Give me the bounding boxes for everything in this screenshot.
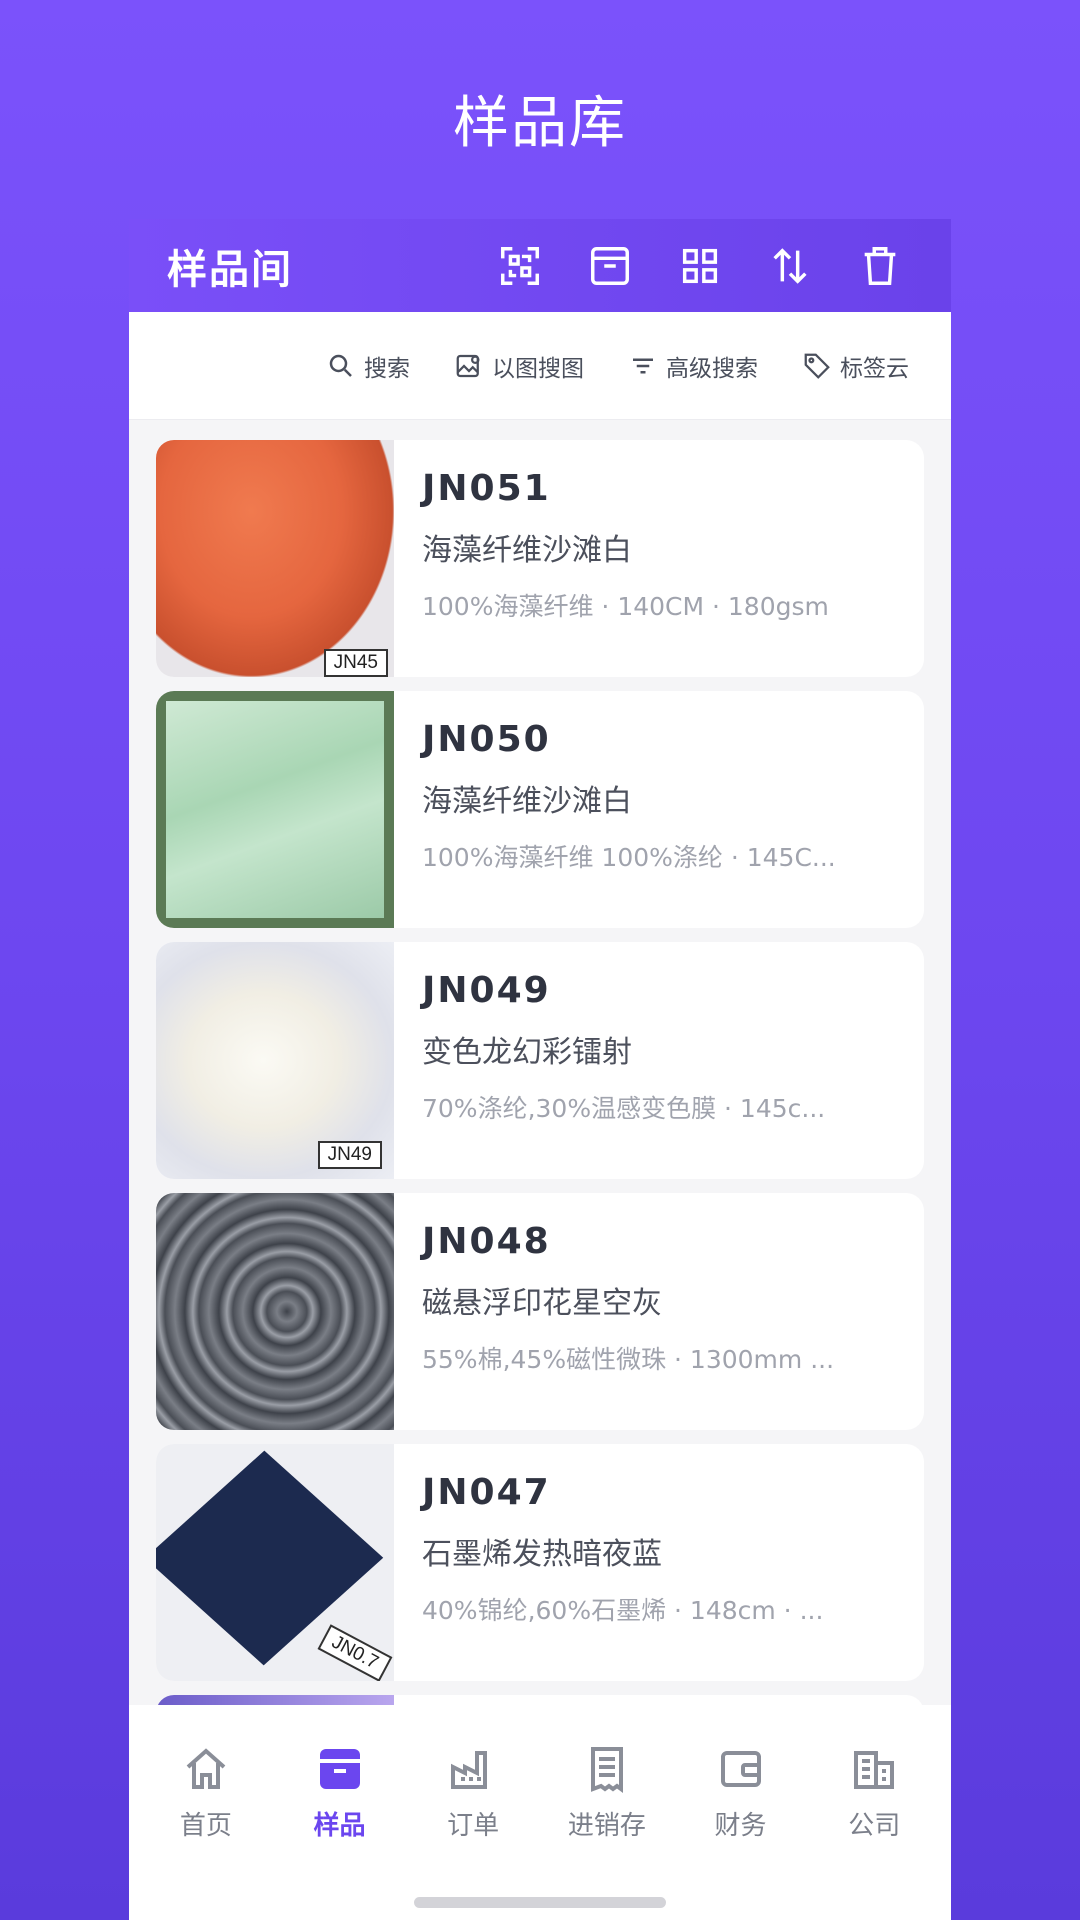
sample-name: 变色龙幻彩镭射 bbox=[422, 1035, 632, 1070]
sample-code: JN051 bbox=[422, 468, 551, 509]
sample-name: 海藻纤维沙滩白 bbox=[422, 533, 632, 568]
sample-code: JN049 bbox=[422, 970, 551, 1011]
page-title: 样品库 bbox=[453, 91, 627, 156]
fabric-thumbnail bbox=[156, 1193, 394, 1430]
tab-company[interactable]: 公司 bbox=[807, 1745, 941, 1920]
sample-specs: 40%锦纶,60%石墨烯 · 148cm · ... bbox=[422, 1596, 824, 1625]
home-icon bbox=[186, 1748, 226, 1789]
sample-specs: 70%涤纶,30%温感变色膜 · 145c... bbox=[422, 1094, 826, 1123]
sample-name: 海藻纤维沙滩白 bbox=[422, 784, 632, 819]
search-icon bbox=[329, 354, 352, 377]
image-search-button[interactable]: 以图搜图 bbox=[454, 349, 584, 383]
app-header: 样品间 bbox=[129, 219, 951, 312]
tab-label: 样品 bbox=[313, 1811, 366, 1841]
grid-view-icon[interactable] bbox=[655, 219, 745, 312]
sample-specs: 55%棉,45%磁性微珠 · 1300mm ... bbox=[422, 1345, 835, 1374]
tab-label: 公司 bbox=[848, 1811, 901, 1841]
search-label: 搜索 bbox=[364, 355, 410, 382]
tab-label: 财务 bbox=[714, 1811, 767, 1841]
sample-card[interactable]: JN0.7 JN047 石墨烯发热暗夜蓝 40%锦纶,60%石墨烯 · 148c… bbox=[156, 1444, 924, 1681]
tab-label: 订单 bbox=[447, 1811, 500, 1841]
search-button[interactable]: 搜索 bbox=[326, 349, 410, 383]
wallet-icon bbox=[720, 1751, 761, 1787]
sample-code: JN050 bbox=[422, 719, 551, 760]
header-toolbar bbox=[475, 219, 925, 312]
sample-tag-label: JN45 bbox=[323, 649, 388, 677]
home-indicator[interactable] bbox=[414, 1897, 666, 1908]
sort-icon[interactable] bbox=[745, 219, 835, 312]
tab-label: 进销存 bbox=[567, 1811, 646, 1841]
tab-home[interactable]: 首页 bbox=[139, 1745, 273, 1920]
sample-name: 石墨烯发热暗夜蓝 bbox=[422, 1537, 662, 1572]
sample-card[interactable]: JN048 磁悬浮印花星空灰 55%棉,45%磁性微珠 · 1300mm ... bbox=[156, 1193, 924, 1430]
receipt-icon bbox=[590, 1747, 623, 1793]
tag-icon bbox=[804, 353, 830, 379]
advanced-search-button[interactable]: 高级搜索 bbox=[628, 349, 758, 383]
tab-samples[interactable]: 样品 bbox=[273, 1745, 407, 1920]
sample-specs: 100%海藻纤维 100%涤纶 · 145C... bbox=[422, 843, 836, 872]
building-icon bbox=[854, 1751, 895, 1789]
app-title: 样品间 bbox=[167, 246, 293, 293]
sample-name: 磁悬浮印花星空灰 bbox=[422, 1286, 662, 1321]
sample-specs: 100%海藻纤维 · 140CM · 180gsm bbox=[422, 592, 829, 621]
sample-card[interactable]: JN45 JN051 海藻纤维沙滩白 100%海藻纤维 · 140CM · 18… bbox=[156, 440, 924, 677]
fabric-thumbnail bbox=[156, 691, 394, 928]
sample-card[interactable]: JN49 JN049 变色龙幻彩镭射 70%涤纶,30%温感变色膜 · 145c… bbox=[156, 942, 924, 1179]
sample-code: JN048 bbox=[422, 1221, 551, 1262]
sample-code: JN047 bbox=[422, 1472, 551, 1513]
sample-card[interactable]: JN050 海藻纤维沙滩白 100%海藻纤维 100%涤纶 · 145C... bbox=[156, 691, 924, 928]
delete-icon[interactable] bbox=[835, 219, 925, 312]
tab-inventory[interactable]: 进销存 bbox=[540, 1745, 674, 1920]
tab-orders[interactable]: 订单 bbox=[406, 1745, 540, 1920]
app-screen: 样品间 搜索 以图搜图 高级搜索 标签云 JN45 JN051 海藻纤维沙滩白 … bbox=[129, 219, 951, 1920]
sample-tag-label: JN49 bbox=[317, 1141, 382, 1169]
image-search-icon bbox=[456, 354, 480, 377]
factory-icon bbox=[451, 1751, 488, 1789]
tag-cloud-label: 标签云 bbox=[840, 355, 909, 382]
sample-tag-label: JN0.7 bbox=[317, 1624, 393, 1681]
bottom-tab-bar: 首页 样品 订单 进销存 财务 公司 bbox=[129, 1705, 951, 1920]
tab-finance[interactable]: 财务 bbox=[674, 1745, 808, 1920]
sample-list: JN45 JN051 海藻纤维沙滩白 100%海藻纤维 · 140CM · 18… bbox=[129, 420, 951, 1735]
tag-cloud-button[interactable]: 标签云 bbox=[802, 349, 909, 383]
archive-icon[interactable] bbox=[565, 219, 655, 312]
tab-label: 首页 bbox=[179, 1811, 232, 1841]
search-bar: 搜索 以图搜图 高级搜索 标签云 bbox=[129, 312, 951, 420]
fabric-thumbnail: JN49 bbox=[156, 942, 394, 1179]
fabric-thumbnail: JN0.7 bbox=[156, 1444, 394, 1681]
sample-box-icon bbox=[319, 1749, 360, 1789]
filter-icon bbox=[633, 358, 653, 373]
qr-scan-icon[interactable] bbox=[475, 219, 565, 312]
fabric-thumbnail: JN45 bbox=[156, 440, 394, 677]
advanced-search-label: 高级搜索 bbox=[666, 355, 758, 382]
image-search-label: 以图搜图 bbox=[492, 355, 584, 382]
